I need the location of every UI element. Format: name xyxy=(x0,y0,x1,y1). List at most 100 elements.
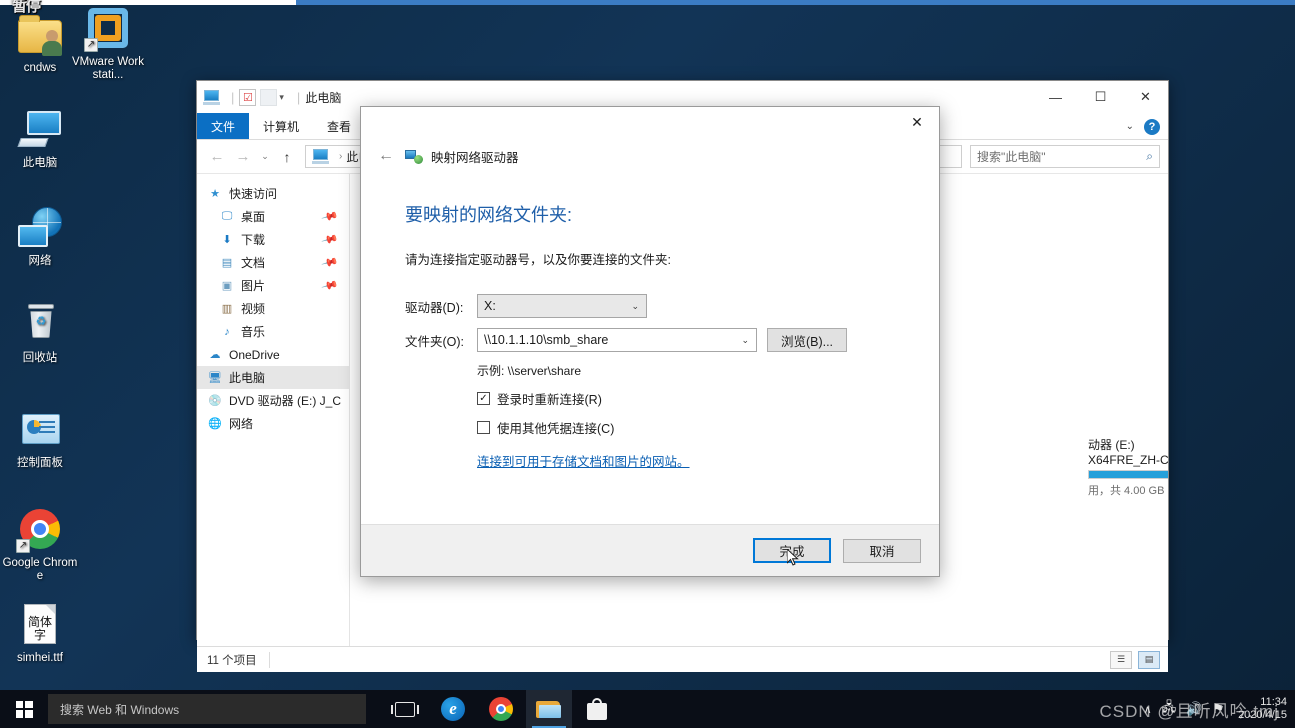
sidebar-item-label: OneDrive xyxy=(229,348,280,362)
desktop-icon-control-panel[interactable]: 控制面板 xyxy=(2,405,78,470)
network-tray-icon[interactable]: 🖧 xyxy=(1162,698,1177,720)
drive-label: 驱动器(D): xyxy=(405,297,477,316)
chrome-icon: ↗ xyxy=(16,505,64,553)
desktop-icon: 🖵 xyxy=(219,209,235,225)
status-bar: 11 个项目 ☰ ▤ xyxy=(197,646,1168,672)
desktop-icon-chrome[interactable]: ↗ Google Chrome xyxy=(2,505,78,583)
folder-example: 示例: \\server\share xyxy=(405,362,939,379)
finish-button[interactable]: 完成 xyxy=(753,538,831,563)
pin-icon[interactable]: 📌 xyxy=(321,207,339,225)
sidebar-item-quick-access[interactable]: ★ 快速访问 xyxy=(197,182,349,205)
device-item-dvd[interactable]: 动器 (E:) X64FRE_ZH-CN_DV5 用，共 4.00 GB xyxy=(1088,436,1168,498)
new-folder-icon[interactable] xyxy=(260,89,277,106)
window-title: 此电脑 xyxy=(305,89,341,106)
sidebar-item-label: 图片 xyxy=(241,277,265,294)
reconnect-checkbox[interactable]: ✓ xyxy=(477,392,490,405)
store-button[interactable] xyxy=(574,690,620,728)
window-controls: — ☐ ✕ xyxy=(1033,81,1168,113)
ribbon-expand-icon[interactable]: ⌄ xyxy=(1126,121,1134,132)
connect-website-link[interactable]: 连接到可用于存储文档和图片的网站。 xyxy=(405,451,690,470)
taskbar: 搜索 Web 和 Windows e ∧ 🖧 🔊 ⚑ 11:34 2020/4/… xyxy=(0,690,1295,728)
desktop-icon-cndws[interactable]: 暂停 cndws xyxy=(2,10,78,75)
vmware-icon: ↗ xyxy=(84,4,132,52)
sidebar-item-music[interactable]: ♪ 音乐 xyxy=(197,320,349,343)
clock[interactable]: 11:34 2020/4/15 xyxy=(1234,696,1287,722)
pin-icon[interactable]: 📌 xyxy=(321,253,339,271)
status-divider xyxy=(269,652,270,668)
pin-icon[interactable]: 📌 xyxy=(321,276,339,294)
sidebar-item-dvd-drive[interactable]: 💿 DVD 驱动器 (E:) J_C xyxy=(197,389,349,412)
desktop-icon-this-pc[interactable]: 此电脑 xyxy=(2,105,78,170)
sidebar-item-label: DVD 驱动器 (E:) J_C xyxy=(229,392,341,409)
back-button[interactable]: ← xyxy=(205,145,229,169)
properties-icon[interactable]: ☑ xyxy=(239,89,256,106)
chevron-down-icon[interactable]: ▾ xyxy=(279,92,284,103)
system-tray: ∧ 🖧 🔊 ⚑ 11:34 2020/4/15 xyxy=(1144,690,1295,728)
chrome-button[interactable] xyxy=(478,690,524,728)
credentials-checkbox-row[interactable]: 使用其他凭据连接(C) xyxy=(405,418,939,437)
flag-tray-icon[interactable]: ⚑ xyxy=(1212,701,1224,717)
maximize-button[interactable]: ☐ xyxy=(1078,81,1123,113)
sidebar-item-label: 下载 xyxy=(241,231,265,248)
task-view-icon xyxy=(395,702,415,717)
drive-select[interactable]: X: ⌄ xyxy=(477,294,647,318)
taskbar-search-input[interactable]: 搜索 Web 和 Windows xyxy=(48,694,366,724)
history-dropdown-icon[interactable]: ⌄ xyxy=(257,151,273,162)
folder-input[interactable]: \\10.1.1.10\smb_share ⌄ xyxy=(477,328,757,352)
edge-button[interactable]: e xyxy=(430,690,476,728)
tab-view[interactable]: 查看 xyxy=(313,113,365,139)
file-explorer-button[interactable] xyxy=(526,690,572,728)
taskbar-search-placeholder: 搜索 Web 和 Windows xyxy=(60,701,179,718)
credentials-label: 使用其他凭据连接(C) xyxy=(497,418,614,437)
this-pc-icon xyxy=(16,105,64,153)
sidebar-item-desktop[interactable]: 🖵 桌面 📌 xyxy=(197,205,349,228)
reconnect-checkbox-row[interactable]: ✓ 登录时重新连接(R) xyxy=(405,389,939,408)
desktop-icon-recycle-bin[interactable]: ♻ 回收站 xyxy=(2,300,78,365)
volume-tray-icon[interactable]: 🔊 xyxy=(1186,701,1202,717)
dvd-drive-icon: 💿 xyxy=(207,393,223,409)
up-button[interactable]: ↑ xyxy=(275,145,299,169)
tab-computer[interactable]: 计算机 xyxy=(249,113,313,139)
videos-icon: ▥ xyxy=(219,301,235,317)
device-capacity: 用，共 4.00 GB xyxy=(1088,482,1168,498)
sidebar-item-videos[interactable]: ▥ 视频 xyxy=(197,297,349,320)
cancel-button[interactable]: 取消 xyxy=(843,539,921,563)
start-button[interactable] xyxy=(0,690,48,728)
finish-button-label: 完成 xyxy=(779,541,804,560)
shortcut-arrow-icon: ↗ xyxy=(84,38,98,52)
tab-file[interactable]: 文件 xyxy=(197,113,249,139)
large-icons-view-button[interactable]: ▤ xyxy=(1138,651,1160,669)
download-icon: ⬇ xyxy=(219,232,235,248)
help-icon[interactable]: ? xyxy=(1144,119,1160,135)
sidebar-item-documents[interactable]: ▤ 文档 📌 xyxy=(197,251,349,274)
close-button[interactable]: ✕ xyxy=(1123,81,1168,113)
sidebar-item-label: 视频 xyxy=(241,300,265,317)
forward-button[interactable]: → xyxy=(231,145,255,169)
credentials-checkbox[interactable] xyxy=(477,421,490,434)
chevron-down-icon: ⌄ xyxy=(631,301,639,312)
sidebar-item-pictures[interactable]: ▣ 图片 📌 xyxy=(197,274,349,297)
desktop-icon-vmware[interactable]: ↗ VMware Workstati... xyxy=(70,4,146,82)
back-icon[interactable]: ← xyxy=(375,145,397,167)
close-icon[interactable]: ✕ xyxy=(895,107,939,137)
sidebar-item-network[interactable]: 🌐 网络 xyxy=(197,412,349,435)
sidebar-item-this-pc[interactable]: 🖥 此电脑 xyxy=(197,366,349,389)
show-hidden-icons-button[interactable]: ∧ xyxy=(1144,703,1152,716)
sidebar-item-onedrive[interactable]: ☁ OneDrive xyxy=(197,343,349,366)
desktop-icon-simhei-font[interactable]: 简体字 simhei.ttf xyxy=(2,600,78,665)
details-view-button[interactable]: ☰ xyxy=(1110,651,1132,669)
folder-value: \\10.1.1.10\smb_share xyxy=(484,333,608,347)
browse-button[interactable]: 浏览(B)... xyxy=(767,328,847,352)
pin-icon[interactable]: 📌 xyxy=(321,230,339,248)
minimize-button[interactable]: — xyxy=(1033,81,1078,113)
task-view-button[interactable] xyxy=(382,690,428,728)
edge-icon: e xyxy=(441,697,465,721)
this-pc-icon: 🖥 xyxy=(207,370,223,386)
font-file-icon: 简体字 xyxy=(16,600,64,648)
screen-top-strip-accent xyxy=(296,0,1295,5)
desktop-icon-label: Google Chrome xyxy=(2,557,78,583)
dialog-titlebar[interactable]: ✕ xyxy=(361,107,939,139)
search-input[interactable]: 搜索"此电脑" ⌕ xyxy=(970,145,1160,168)
desktop-icon-network[interactable]: 网络 xyxy=(2,203,78,268)
sidebar-item-downloads[interactable]: ⬇ 下载 📌 xyxy=(197,228,349,251)
